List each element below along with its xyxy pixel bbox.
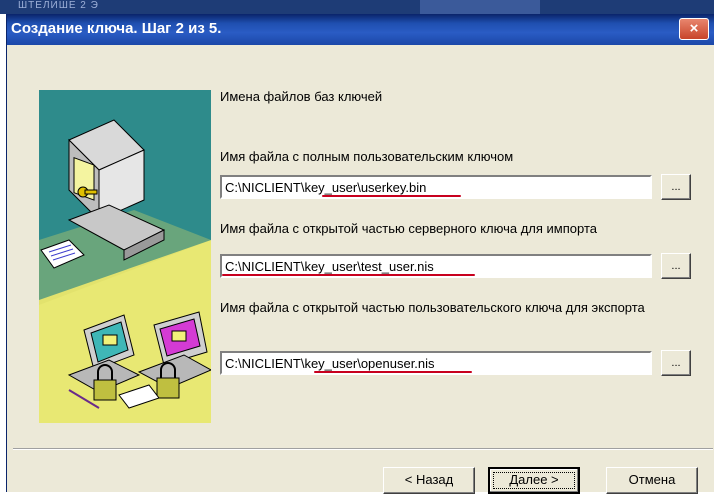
close-icon: ×: [689, 20, 699, 37]
title-bar[interactable]: Создание ключа. Шаг 2 из 5. ×: [7, 14, 714, 45]
back-button-label: < Назад: [404, 472, 454, 487]
background-window-text: ШТЕЛИШЕ 2 Э: [18, 0, 99, 11]
close-button[interactable]: ×: [679, 18, 709, 40]
next-button[interactable]: Далее >: [488, 467, 580, 494]
button-separator: [13, 448, 713, 450]
export-key-label: Имя файла с открытой частью пользователь…: [220, 300, 645, 315]
dialog-content: Имена файлов баз ключей Имя файла с полн…: [9, 45, 713, 494]
window-title: Создание ключа. Шаг 2 из 5.: [11, 20, 222, 37]
annotation-underline: [222, 274, 475, 276]
userkey-label: Имя файла с полным пользовательским ключ…: [220, 149, 514, 164]
annotation-underline: [314, 371, 472, 373]
back-button[interactable]: < Назад: [383, 467, 475, 494]
server-key-label: Имя файла с открытой частью серверного к…: [220, 221, 597, 236]
section-heading: Имена файлов баз ключей: [220, 89, 383, 104]
browse-export-key-button[interactable]: ...: [661, 350, 691, 376]
background-window-strip: ШТЕЛИШЕ 2 Э: [0, 0, 714, 14]
background-window-block: [420, 0, 540, 14]
browse-server-key-button[interactable]: ...: [661, 253, 691, 279]
annotation-underline: [322, 195, 461, 197]
cancel-button-label: Отмена: [628, 472, 676, 487]
cancel-button[interactable]: Отмена: [606, 467, 698, 494]
wizard-illustration: [39, 90, 211, 423]
browse-userkey-button[interactable]: ...: [661, 174, 691, 200]
wizard-dialog: Создание ключа. Шаг 2 из 5. × Имена файл…: [6, 14, 714, 494]
